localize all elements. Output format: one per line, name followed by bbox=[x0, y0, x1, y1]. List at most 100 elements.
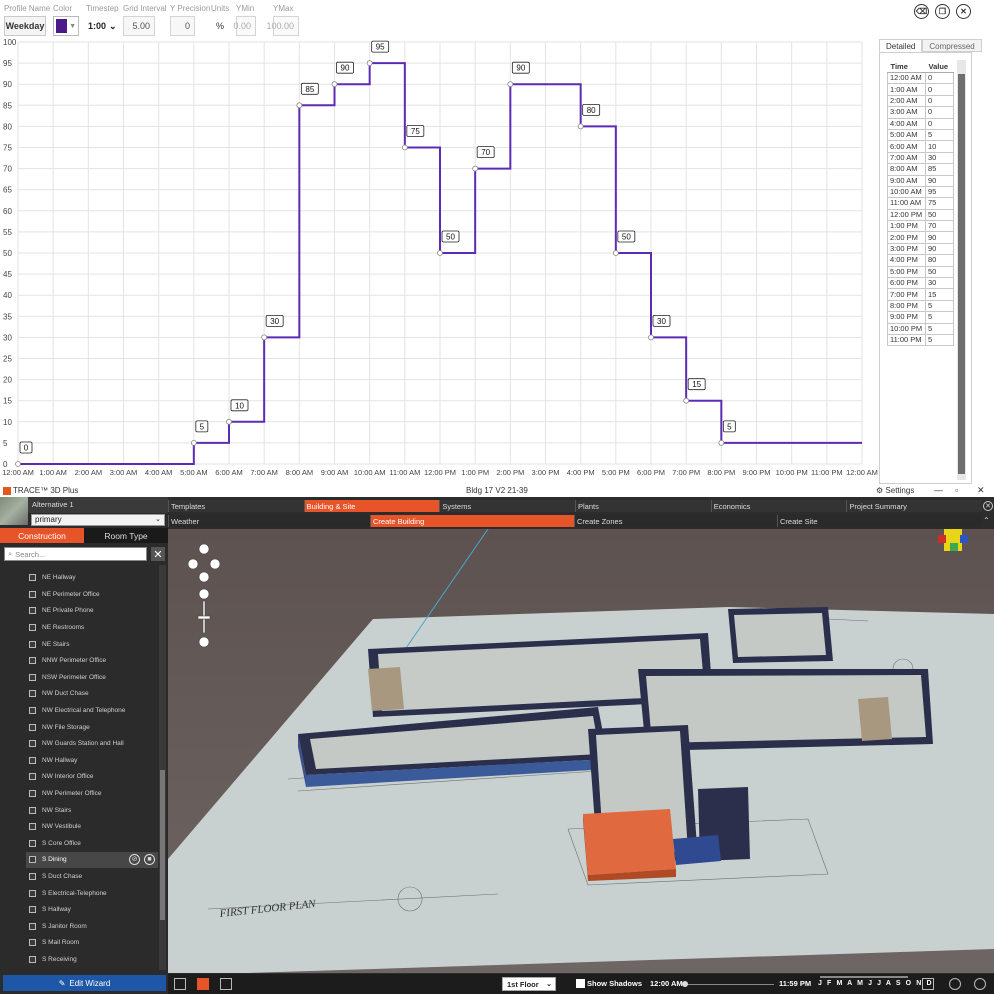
value-cell[interactable]: 5 bbox=[925, 299, 954, 313]
table-scrollbar[interactable] bbox=[957, 60, 966, 480]
value-cell[interactable]: 75 bbox=[925, 197, 954, 210]
alternative-row[interactable]: Alternative 1 bbox=[0, 497, 168, 525]
value-cell[interactable]: 15 bbox=[925, 288, 954, 301]
value-cell[interactable]: 10 bbox=[925, 140, 954, 153]
room-list-item[interactable]: NW Perimeter Office bbox=[26, 785, 158, 801]
value-cell[interactable]: 90 bbox=[925, 242, 954, 256]
value-cell[interactable]: 0 bbox=[925, 94, 954, 108]
table-row[interactable]: 9:00 AM 90 bbox=[887, 174, 954, 187]
room-list-item[interactable]: S Janitor Room bbox=[26, 918, 158, 934]
value-cell[interactable]: 5 bbox=[925, 322, 954, 336]
data-point[interactable] bbox=[401, 144, 408, 151]
table-row[interactable]: 5:00 PM 50 bbox=[887, 265, 954, 279]
data-point[interactable] bbox=[718, 439, 725, 446]
table-row[interactable]: 11:00 PM 5 bbox=[887, 333, 954, 347]
room-list-item[interactable]: NW File Storage bbox=[26, 719, 158, 735]
table-row[interactable]: 6:00 AM 10 bbox=[887, 140, 954, 153]
value-cell[interactable]: 90 bbox=[925, 174, 954, 187]
tab-detailed[interactable]: Detailed bbox=[879, 39, 923, 52]
image-icon[interactable] bbox=[922, 978, 934, 990]
table-row[interactable]: 8:00 PM 5 bbox=[887, 299, 954, 313]
table-row[interactable]: 4:00 PM 80 bbox=[887, 254, 954, 267]
room-list-item[interactable]: NW Guards Station and Hall bbox=[26, 736, 158, 752]
edit-wizard-button[interactable]: ✎ Edit Wizard bbox=[3, 975, 166, 991]
scrollbar-thumb[interactable] bbox=[160, 770, 165, 920]
value-cell[interactable]: 30 bbox=[925, 151, 954, 165]
room-list-item[interactable]: S Electrical-Telephone bbox=[26, 885, 158, 901]
tab-room-type[interactable]: Room Type bbox=[84, 528, 168, 543]
delete-icon[interactable]: ⌫ bbox=[914, 4, 929, 19]
data-point[interactable] bbox=[437, 250, 443, 256]
clear-search-icon[interactable]: ✕ bbox=[151, 547, 165, 561]
data-point[interactable] bbox=[190, 439, 197, 446]
room-list-item[interactable]: NE Hallway bbox=[26, 570, 158, 586]
data-point[interactable] bbox=[261, 334, 268, 341]
value-cell[interactable]: 90 bbox=[925, 231, 954, 244]
data-point[interactable] bbox=[577, 123, 584, 130]
sun-icon[interactable] bbox=[949, 978, 961, 990]
value-cell[interactable]: 5 bbox=[925, 128, 954, 142]
room-list-item[interactable]: NW Electrical and Telephone bbox=[26, 702, 158, 718]
maximize-icon[interactable]: ▫ bbox=[955, 485, 958, 495]
room-list-item[interactable]: S Hallway bbox=[26, 902, 158, 918]
table-row[interactable]: 3:00 PM 90 bbox=[887, 242, 954, 256]
table-row[interactable]: 10:00 PM 5 bbox=[887, 322, 954, 336]
table-row[interactable]: 7:00 PM 15 bbox=[887, 288, 954, 301]
schedule-chart[interactable]: 0510152025303540455055606570758085909510… bbox=[0, 38, 880, 485]
tab-construction[interactable]: Construction bbox=[0, 528, 84, 543]
table-row[interactable]: 5:00 AM 5 bbox=[887, 128, 954, 142]
calendar-icon[interactable] bbox=[174, 978, 186, 990]
time-slider-knob[interactable] bbox=[682, 981, 688, 987]
table-row[interactable]: 11:00 AM 75 bbox=[887, 197, 954, 210]
3d-viewport[interactable]: FIRST FLOOR PLAN bbox=[168, 529, 994, 973]
value-cell[interactable]: 50 bbox=[925, 208, 954, 222]
ymin-input[interactable]: 0.00 bbox=[233, 16, 256, 36]
data-point[interactable] bbox=[296, 102, 303, 109]
subnav-tab[interactable]: Create Site bbox=[777, 515, 982, 527]
table-row[interactable]: 12:00 AM 0 bbox=[887, 71, 954, 85]
tab-compressed[interactable]: Compressed bbox=[922, 39, 982, 52]
data-point[interactable] bbox=[472, 165, 479, 172]
data-point[interactable] bbox=[226, 418, 232, 425]
zoom-out-icon[interactable] bbox=[198, 636, 210, 648]
value-cell[interactable]: 80 bbox=[925, 254, 954, 267]
color-picker[interactable]: ▼ bbox=[53, 16, 79, 36]
data-point[interactable] bbox=[683, 397, 690, 404]
minimize-icon[interactable]: — bbox=[934, 485, 943, 495]
room-list-item[interactable]: NW Vestibule bbox=[26, 819, 158, 835]
profile-name-field[interactable]: Weekday bbox=[4, 16, 46, 36]
room-list-item[interactable]: NE Electrical and Telephone bbox=[26, 565, 158, 569]
y-precision-input[interactable]: 0 bbox=[170, 16, 195, 36]
data-point[interactable] bbox=[366, 60, 373, 67]
nav-tab[interactable]: Economics bbox=[710, 500, 847, 512]
subnav-tab[interactable]: Create Building bbox=[370, 515, 574, 527]
room-list-item[interactable]: S Receiving bbox=[26, 951, 158, 967]
ymax-input[interactable]: 100.00 bbox=[266, 16, 299, 36]
room-list-item[interactable]: S Duct Chase bbox=[26, 868, 158, 884]
nav-tab[interactable]: Building & Site bbox=[303, 500, 440, 512]
zoom-slider-knob[interactable] bbox=[197, 615, 211, 620]
value-cell[interactable]: 70 bbox=[925, 220, 954, 233]
grid-interval-input[interactable]: 5.00 bbox=[123, 16, 155, 36]
timestep-dropdown[interactable]: 1:00 ⌄ bbox=[88, 16, 117, 36]
layers-icon[interactable] bbox=[197, 978, 209, 990]
room-list-item[interactable]: S Mail Room bbox=[26, 935, 158, 951]
room-list-item[interactable]: NW Stairs bbox=[26, 802, 158, 818]
data-point[interactable] bbox=[15, 461, 21, 467]
settings-button[interactable]: ⚙ Settings bbox=[876, 486, 914, 495]
room-list-item[interactable]: NW Hallway bbox=[26, 752, 158, 768]
floor-plan-icon[interactable] bbox=[220, 978, 232, 990]
primary-dropdown[interactable]: primary ⌄ bbox=[31, 514, 165, 526]
room-list-item[interactable]: NE Private Phone bbox=[26, 603, 158, 619]
value-cell[interactable]: 5 bbox=[925, 311, 954, 324]
pan-right-icon[interactable] bbox=[209, 558, 221, 570]
value-cell[interactable]: 0 bbox=[925, 71, 954, 85]
delete-room-icon[interactable]: ■ bbox=[144, 853, 155, 865]
table-row[interactable]: 2:00 AM 0 bbox=[887, 94, 954, 108]
value-cell[interactable]: 85 bbox=[925, 163, 954, 176]
floor-dropdown[interactable]: 1st Floor ⌄ bbox=[502, 977, 556, 991]
pan-down-icon[interactable] bbox=[198, 571, 210, 583]
copy-icon[interactable]: ❐ bbox=[935, 4, 950, 19]
table-row[interactable]: 3:00 AM 0 bbox=[887, 106, 954, 119]
value-cell[interactable]: 5 bbox=[925, 333, 954, 347]
